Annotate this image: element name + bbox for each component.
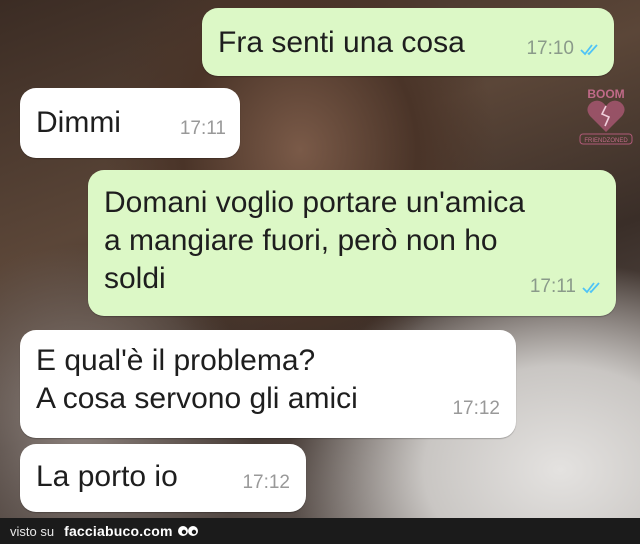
message-meta: 17:12	[242, 464, 290, 502]
message-time: 17:11	[529, 276, 576, 297]
message-time: 17:12	[452, 398, 500, 419]
message-meta: 17:12	[452, 390, 500, 428]
message-time: 17:12	[242, 472, 290, 493]
message-text: Domani voglio portare un'amica a mangiar…	[104, 186, 525, 295]
svg-text:BOOM: BOOM	[587, 87, 624, 101]
message-time: 17:10	[526, 38, 574, 59]
message-bubble-incoming[interactable]: E qual'è il problema? A cosa servono gli…	[20, 330, 516, 438]
message-bubble-outgoing[interactable]: Domani voglio portare un'amica a mangiar…	[88, 170, 616, 316]
footer-prefix: visto su	[10, 523, 55, 539]
site-footer: visto su facciabuco.com	[0, 518, 640, 544]
message-text: E qual'è il problema? A cosa servono gli…	[36, 344, 358, 415]
message-bubble-incoming[interactable]: La porto io 17:12	[20, 444, 306, 512]
message-bubble-outgoing[interactable]: Fra senti una cosa 17:10	[202, 8, 614, 76]
message-text: Fra senti una cosa	[218, 26, 465, 59]
message-time: 17:11	[179, 118, 226, 139]
boom-friendzoned-logo: BOOM FRIENDZONED	[579, 87, 633, 145]
svg-text:FRIENDZONED: FRIENDZONED	[584, 138, 628, 144]
message-meta: 17:11	[180, 110, 226, 148]
message-meta: 17:10	[526, 30, 602, 68]
message-text: Dimmi	[36, 106, 121, 139]
double-check-icon	[580, 44, 598, 56]
message-bubble-incoming[interactable]: Dimmi 17:11	[20, 88, 240, 158]
footer-brand-link[interactable]: facciabuco.com	[64, 523, 173, 539]
eyes-logo-icon	[177, 526, 198, 536]
double-check-icon	[582, 282, 600, 294]
message-meta: 17:11	[530, 268, 604, 306]
message-text: La porto io	[36, 460, 178, 493]
